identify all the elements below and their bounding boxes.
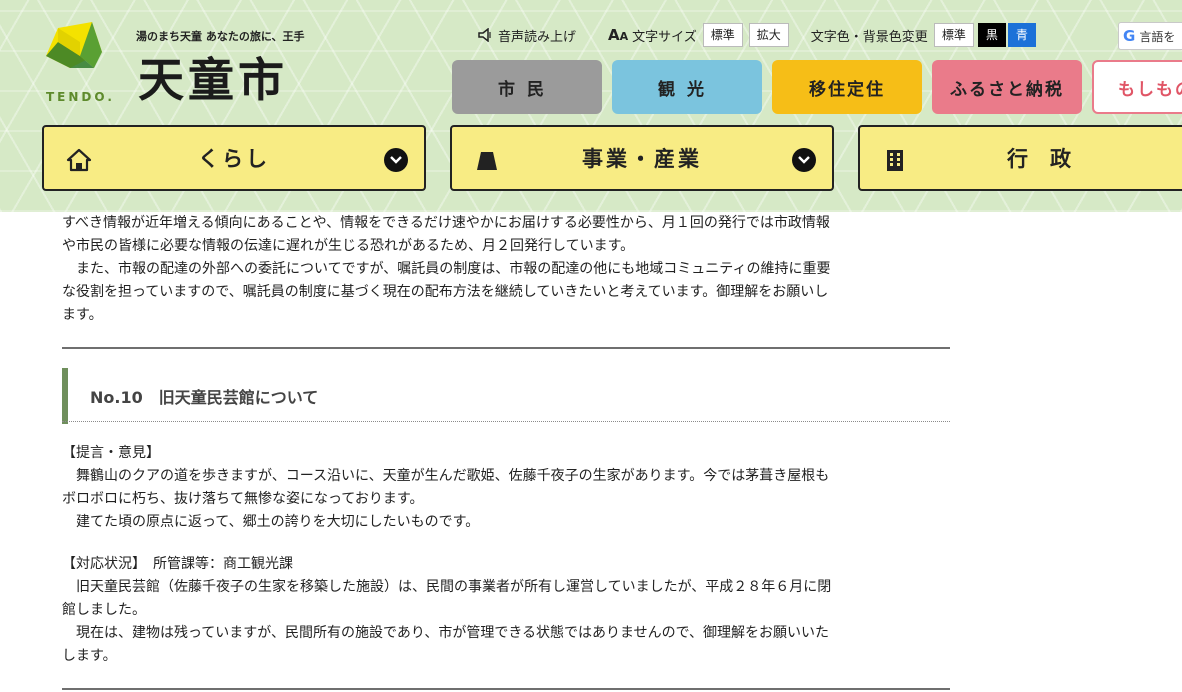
chevron-down-icon: [792, 148, 816, 172]
read-aloud-label: 音声読み上げ: [498, 29, 577, 45]
accessibility-toolbar: 音声読み上げ AA 文字サイズ 標準 拡大 文字色・背景色変更 標準 黒 青: [478, 22, 1036, 48]
translate-label: 言語を: [1139, 29, 1176, 44]
color-change-label: 文字色・背景色変更: [810, 29, 928, 45]
speaker-icon: [478, 28, 491, 42]
main-nav-business[interactable]: 事業・産業: [450, 125, 834, 191]
color-black-button[interactable]: 黒: [977, 23, 1006, 47]
audience-tourism-button[interactable]: 観光: [612, 60, 762, 114]
main-nav-gyosei[interactable]: 行政: [858, 125, 1182, 191]
color-standard-button[interactable]: 標準: [933, 23, 974, 47]
main-nav-kurashi-label: くらし: [198, 147, 270, 171]
color-change-group: 文字色・背景色変更 標準 黒 青: [811, 23, 1036, 47]
site-tagline: 湯のまち天童 あなたの旅に、王手: [136, 30, 305, 43]
google-icon: G: [1123, 27, 1136, 45]
font-large-button[interactable]: 拡大: [748, 23, 789, 47]
section-divider-bottom: [62, 688, 950, 690]
proposal-line: ボロボロに朽ち、抜け落ちて無惨な姿になっております。: [62, 491, 424, 507]
intro-line: また、市報の配達の外部への委託についてですが、嘱託員の制度は、市報の配達の他にも…: [62, 261, 831, 277]
chevron-down-icon: [384, 148, 408, 172]
site-header: TENDO. 湯のまち天童 あなたの旅に、王手 天童市 音声読み上げ AA 文字…: [0, 0, 1182, 212]
font-size-group: AA 文字サイズ 標準 拡大: [608, 23, 789, 47]
translate-button[interactable]: G 言語を: [1118, 22, 1182, 50]
response-heading: 【対応状況】 所管課等：商工観光課: [62, 556, 293, 572]
main-nav: くらし 事業・産業 行政: [42, 125, 1182, 191]
response-block: 【対応状況】 所管課等：商工観光課 旧天童民芸館（佐藤千夜子の生家を移築した施設…: [62, 553, 950, 668]
proposal-line: 建てた頃の原点に返って、郷土の誇りを大切にしたいものです。: [62, 514, 480, 530]
heading-dotted-rule: [62, 421, 950, 422]
intro-line: すべき情報が近年増える傾向にあることや、情報をできるだけ速やかにお届けする必要性…: [62, 215, 830, 231]
site-logo-link[interactable]: TENDO. 湯のまち天童 あなたの旅に、王手 天童市: [40, 22, 310, 110]
audience-nav: 市民 観光 移住定住 ふるさと納税 もしもの: [452, 60, 1182, 114]
section-title: No.10 旧天童民芸館について: [62, 368, 950, 424]
intro-line: な役割を担っていますので、嘱託員の制度に基づく現在の配布方法を継続していきたいと…: [62, 284, 829, 300]
intro-line: や市民の皆様に必要な情報の伝達に遅れが生じる恐れがあるため、月２回発行しています…: [62, 238, 635, 254]
audience-furusato-button[interactable]: ふるさと納税: [932, 60, 1082, 114]
logo-wordmark: TENDO.: [46, 90, 115, 104]
response-line: します。: [62, 648, 117, 664]
response-line: 現在は、建物は残っていますが、民間所有の施設であり、市が管理できる状態ではありま…: [62, 625, 830, 641]
intro-text: すべき情報が近年増える傾向にあることや、情報をできるだけ速やかにお届けする必要性…: [62, 212, 950, 327]
proposal-heading: 【提言・意見】: [62, 445, 160, 461]
main-nav-kurashi[interactable]: くらし: [42, 125, 426, 191]
building-tower-icon: [477, 152, 497, 170]
site-name: 天童市: [138, 53, 288, 107]
font-standard-button[interactable]: 標準: [702, 23, 743, 47]
proposal-block: 【提言・意見】 舞鶴山のクアの道を歩きますが、コース沿いに、天童が生んだ歌姫、佐…: [62, 442, 950, 534]
proposal-line: 舞鶴山のクアの道を歩きますが、コース沿いに、天童が生んだ歌姫、佐藤千夜子の生家が…: [62, 468, 830, 484]
office-building-icon: [887, 150, 903, 171]
tendo-logo-icon: [46, 22, 102, 68]
color-blue-button[interactable]: 青: [1007, 23, 1036, 47]
main-nav-gyosei-label: 行政: [1007, 147, 1093, 171]
home-icon: [66, 148, 92, 172]
response-line: 館しました。: [62, 602, 146, 618]
audience-migration-button[interactable]: 移住定住: [772, 60, 922, 114]
audience-citizen-button[interactable]: 市民: [452, 60, 602, 114]
read-aloud-link[interactable]: 音声読み上げ: [478, 26, 576, 45]
intro-line: ます。: [62, 307, 103, 323]
response-line: 旧天童民芸館（佐藤千夜子の生家を移築した施設）は、民間の事業者が所有し運営してい…: [62, 579, 832, 595]
audience-emergency-button[interactable]: もしもの: [1092, 60, 1182, 114]
section-divider: [62, 347, 950, 349]
font-size-label: 文字サイズ: [632, 29, 697, 45]
main-nav-business-label: 事業・産業: [582, 147, 702, 171]
font-size-icon: AA: [608, 26, 629, 44]
